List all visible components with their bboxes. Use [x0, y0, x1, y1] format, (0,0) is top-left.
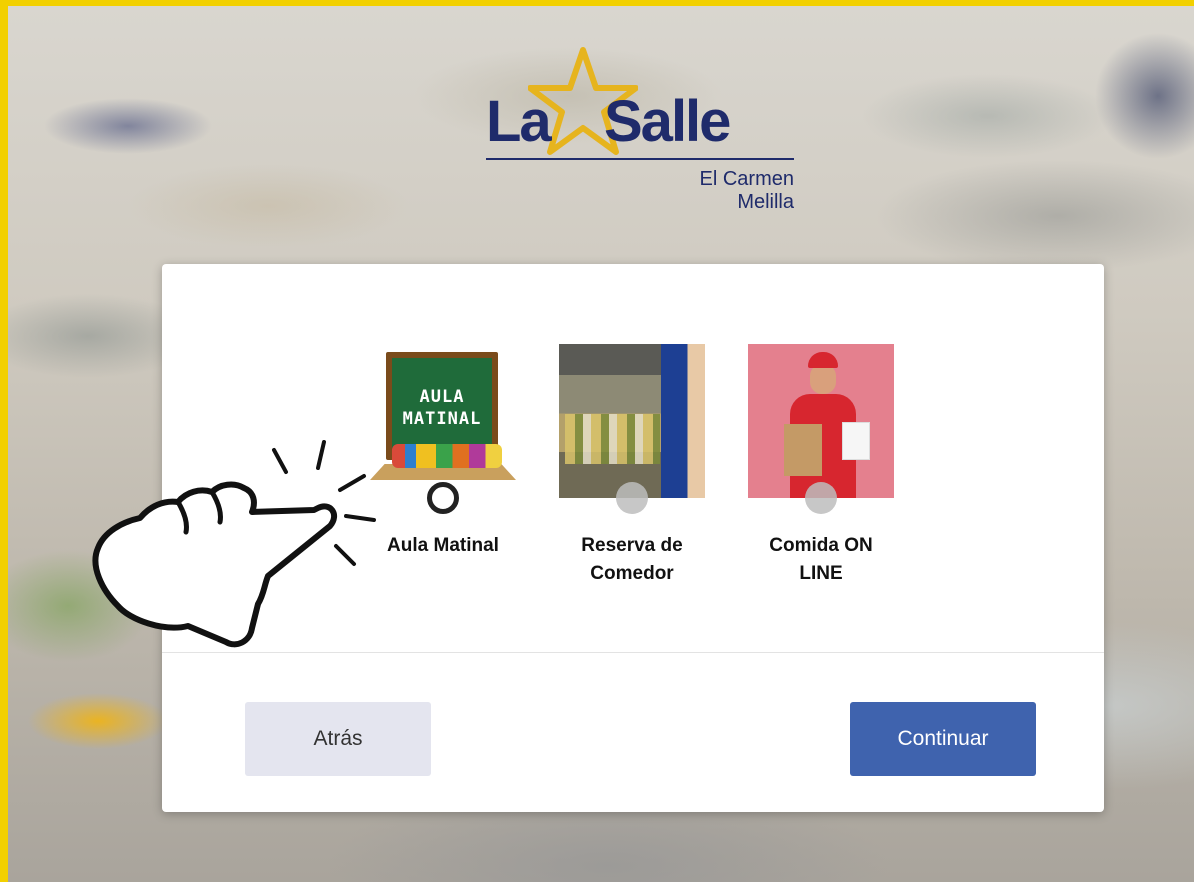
radio-reserva-comedor[interactable]	[616, 482, 648, 514]
pointing-hand-icon	[92, 440, 376, 648]
delivery-person-photo[interactable]	[748, 344, 894, 498]
canteen-photo[interactable]	[559, 344, 705, 498]
continue-button[interactable]: Continuar	[850, 702, 1036, 776]
chalkboard-image[interactable]: AULA MATINAL	[370, 344, 516, 498]
food-trays	[565, 414, 660, 464]
radio-aula-matinal[interactable]	[427, 482, 459, 514]
option-comida-online[interactable]: Comida ON LINE	[746, 344, 896, 588]
background-photo: La Salle El Carmen Melilla AULA MATINAL …	[8, 6, 1194, 882]
logo-text-la: La	[486, 89, 552, 154]
back-button[interactable]: Atrás	[245, 702, 431, 776]
la-salle-logo: La Salle El Carmen Melilla	[478, 46, 798, 216]
option-label-comida-online[interactable]: Comida ON LINE	[746, 532, 896, 588]
logo-text-salle: Salle	[604, 89, 731, 154]
logo-subtitle-melilla: Melilla	[737, 191, 794, 213]
person-cap	[808, 352, 838, 368]
clipboard-paper	[842, 422, 870, 460]
radio-comida-online[interactable]	[805, 482, 837, 514]
school-supplies	[392, 444, 502, 468]
person-face	[810, 364, 836, 394]
option-aula-matinal[interactable]: AULA MATINAL Aula Matinal	[368, 344, 518, 560]
logo-rule	[486, 158, 794, 160]
paper-bag	[784, 424, 822, 476]
chalkboard-text: AULA MATINAL	[392, 358, 492, 454]
logo-subtitle-el-carmen: El Carmen	[699, 168, 794, 190]
option-label-reserva-comedor[interactable]: Reserva de Comedor	[557, 532, 707, 588]
option-reserva-comedor[interactable]: Reserva de Comedor	[557, 344, 707, 588]
option-label-aula-matinal[interactable]: Aula Matinal	[368, 532, 518, 560]
